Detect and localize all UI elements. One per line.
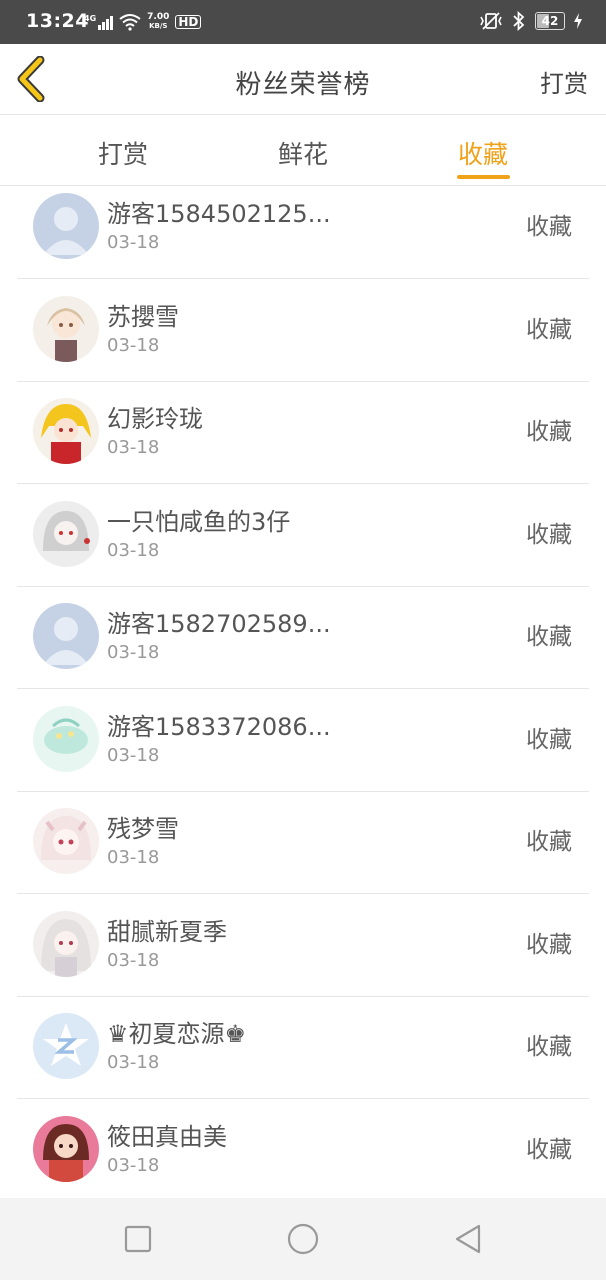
avatar-image (33, 603, 99, 669)
status-time: 13:24 (26, 10, 89, 32)
status-left-icons: 4G 7.00 KB/S HD (84, 12, 202, 32)
fan-list[interactable]: 游客1584502125... 03-18 收藏 苏攖雪 03-18 收藏 幻影玲珑 03-1… (0, 186, 606, 1198)
battery-level: 42 (541, 14, 559, 28)
hd-icon: HD (175, 15, 202, 29)
avatar[interactable] (33, 910, 99, 977)
system-nav-bar (0, 1198, 606, 1280)
action-label: 收藏 (526, 1034, 572, 1060)
vibrate-icon (480, 12, 502, 30)
back-nav-icon[interactable] (451, 1222, 485, 1256)
avatar-image (33, 295, 99, 362)
avatar[interactable] (33, 398, 99, 464)
item-date: 03-18 (107, 1052, 160, 1073)
action-label: 收藏 (526, 829, 572, 855)
avatar[interactable] (33, 705, 99, 772)
user-name: 甜腻新夏季 (107, 917, 227, 946)
user-name: ♛初夏恋源♚ (107, 1020, 247, 1048)
wifi-icon (119, 14, 141, 31)
bluetooth-icon (513, 11, 525, 31)
avatar[interactable] (33, 603, 99, 669)
list-item[interactable]: 一只怕咸鱼的3仔 03-18 收藏 (17, 484, 589, 587)
list-item[interactable]: 幻影玲珑 03-18 收藏 (17, 381, 589, 484)
network-type-label: 4G (84, 14, 97, 23)
list-item[interactable]: 甜腻新夏季 03-18 收藏 (17, 894, 589, 997)
avatar-image (33, 398, 99, 464)
avatar[interactable] (33, 295, 99, 362)
action-label: 收藏 (526, 521, 572, 548)
tab-favorites[interactable]: 收藏 (458, 135, 508, 171)
avatar-image (33, 910, 99, 977)
user-name: 筱田真由美 (107, 1122, 227, 1151)
action-label: 收藏 (526, 214, 572, 240)
list-item[interactable]: 游客1582702589... 03-18 收藏 (17, 586, 589, 689)
item-date: 03-18 (107, 539, 160, 561)
avatar-image (33, 705, 99, 772)
avatar-image (33, 1013, 99, 1079)
item-date: 03-18 (107, 949, 160, 971)
user-name: 一只怕咸鱼的3仔 (107, 507, 291, 536)
action-label: 收藏 (526, 624, 572, 650)
signal-icon: 4G (84, 14, 114, 30)
item-date: 03-18 (107, 642, 160, 663)
tab-flowers[interactable]: 鲜花 (278, 135, 328, 171)
user-name: 游客1584502125... (107, 200, 331, 228)
user-name: 残梦雪 (107, 815, 179, 843)
battery-icon: 42 (535, 12, 565, 30)
item-date: 03-18 (107, 232, 160, 253)
item-date: 03-18 (107, 334, 160, 356)
avatar[interactable] (33, 500, 99, 567)
status-right-icons: 42 (479, 11, 582, 31)
status-bar: 13:24 4G 7.00 KB/S HD 42 (0, 0, 606, 44)
user-name: 游客1583372086... (107, 712, 331, 741)
item-date: 03-18 (107, 847, 160, 868)
action-label: 收藏 (526, 419, 572, 445)
list-item[interactable]: 残梦雪 03-18 收藏 (17, 791, 589, 894)
action-label: 收藏 (526, 1136, 572, 1163)
avatar[interactable] (33, 808, 99, 874)
avatar-image (33, 500, 99, 567)
tab-bar: 打赏 鲜花 收藏 (0, 115, 606, 186)
action-label: 收藏 (526, 316, 572, 343)
avatar[interactable] (33, 1013, 99, 1079)
avatar[interactable] (33, 193, 99, 259)
avatar[interactable] (33, 1115, 99, 1182)
list-item[interactable]: ♛初夏恋源♚ 03-18 收藏 (17, 996, 589, 1099)
action-label: 收藏 (526, 726, 572, 753)
avatar-image (33, 808, 99, 874)
recent-apps-icon[interactable] (121, 1222, 155, 1256)
list-item[interactable]: 苏攖雪 03-18 收藏 (17, 279, 589, 382)
user-name: 苏攖雪 (107, 302, 179, 331)
item-date: 03-18 (107, 1154, 160, 1176)
action-label: 收藏 (526, 931, 572, 958)
item-date: 03-18 (107, 437, 160, 458)
active-tab-indicator (457, 175, 510, 179)
user-name: 游客1582702589... (107, 610, 331, 638)
list-item[interactable]: 筱田真由美 03-18 收藏 (17, 1099, 589, 1199)
avatar-image (33, 1115, 99, 1182)
list-item[interactable]: 游客1584502125... 03-18 收藏 (17, 186, 589, 279)
charging-icon (574, 13, 582, 29)
page-title: 粉丝荣誉榜 (235, 70, 371, 100)
app-header: 粉丝荣誉榜 打赏 (0, 44, 606, 115)
reward-button[interactable]: 打赏 (540, 64, 588, 99)
avatar-image (33, 193, 99, 259)
network-speed: 7.00 KB/S (147, 12, 170, 31)
home-icon[interactable] (286, 1222, 320, 1256)
list-item[interactable]: 游客1583372086... 03-18 收藏 (17, 689, 589, 792)
user-name: 幻影玲珑 (107, 405, 203, 433)
item-date: 03-18 (107, 744, 160, 766)
tab-reward[interactable]: 打赏 (98, 135, 148, 171)
